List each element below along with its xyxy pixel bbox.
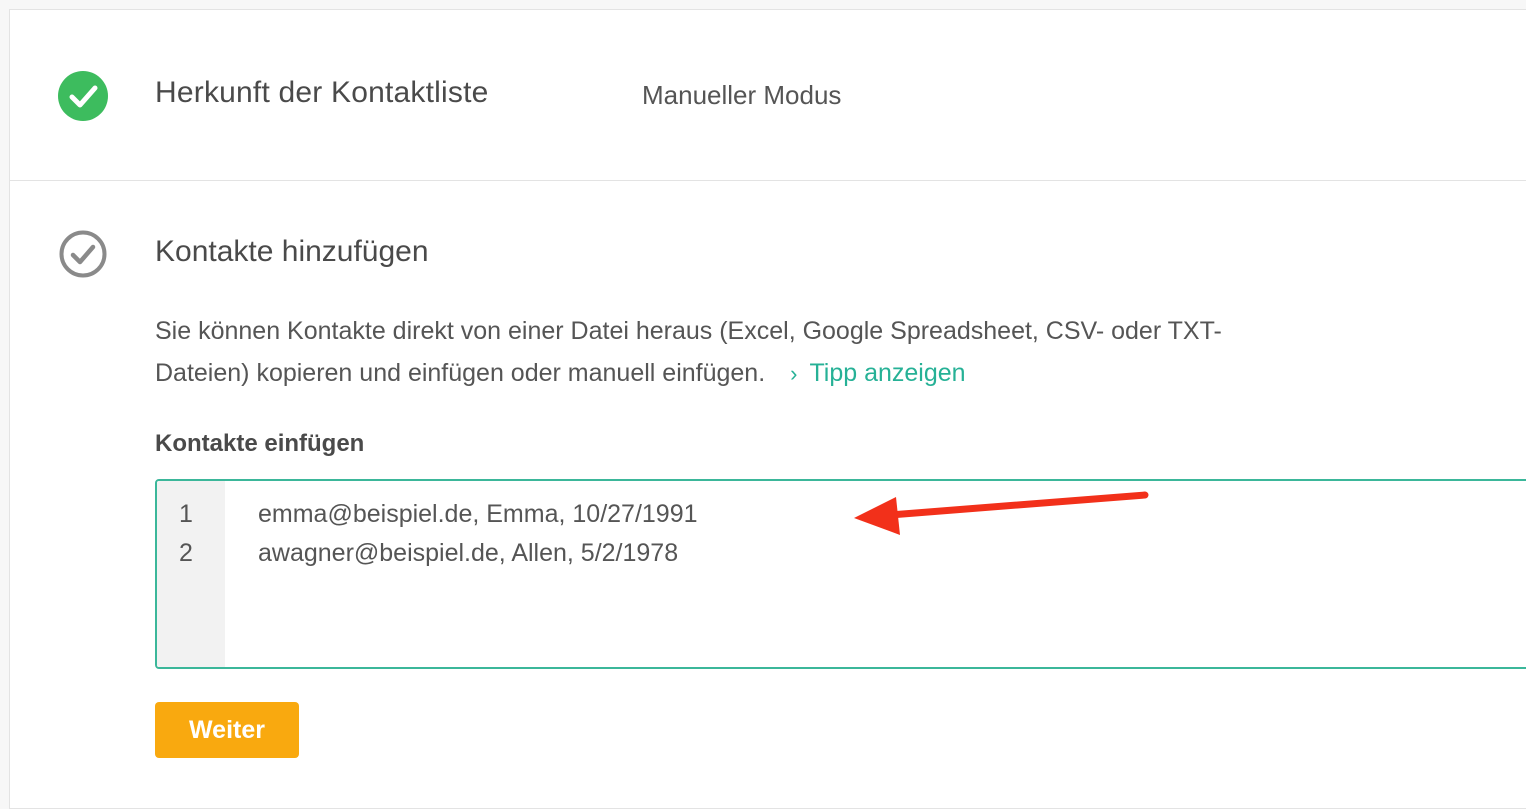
show-tip-link[interactable]: › Tipp anzeigen [790, 359, 965, 387]
step1-title: Herkunft der Kontaktliste [155, 76, 489, 109]
check-circle-filled-icon [58, 71, 108, 121]
step1-value: Manueller Modus [642, 80, 842, 110]
step2-title: Kontakte hinzufügen [155, 235, 429, 268]
editor-line[interactable]: awagner@beispiel.de, Allen, 5/2/1978 [258, 539, 678, 568]
show-tip-label: Tipp anzeigen [809, 359, 966, 387]
line-number: 1 [179, 500, 193, 528]
contact-import-panel: Herkunft der Kontaktliste Manueller Modu… [9, 9, 1526, 809]
chevron-right-icon: › [790, 361, 798, 386]
step-contact-list-source: Herkunft der Kontaktliste Manueller Modu… [10, 10, 1526, 181]
editor-line[interactable]: emma@beispiel.de, Emma, 10/27/1991 [258, 500, 698, 529]
paste-contacts-editor[interactable]: 1 2 emma@beispiel.de, Emma, 10/27/1991 a… [155, 479, 1526, 669]
paste-contacts-label: Kontakte einfügen [155, 430, 365, 457]
check-circle-outline-icon [58, 229, 108, 279]
description-text: Sie können Kontakte direkt von einer Dat… [155, 317, 1222, 387]
line-number-gutter: 1 2 [157, 481, 225, 667]
next-button[interactable]: Weiter [155, 702, 299, 758]
annotation-arrow-icon [854, 491, 1149, 535]
line-number: 2 [179, 539, 193, 567]
step2-description: Sie können Kontakte direkt von einer Dat… [155, 310, 1305, 395]
